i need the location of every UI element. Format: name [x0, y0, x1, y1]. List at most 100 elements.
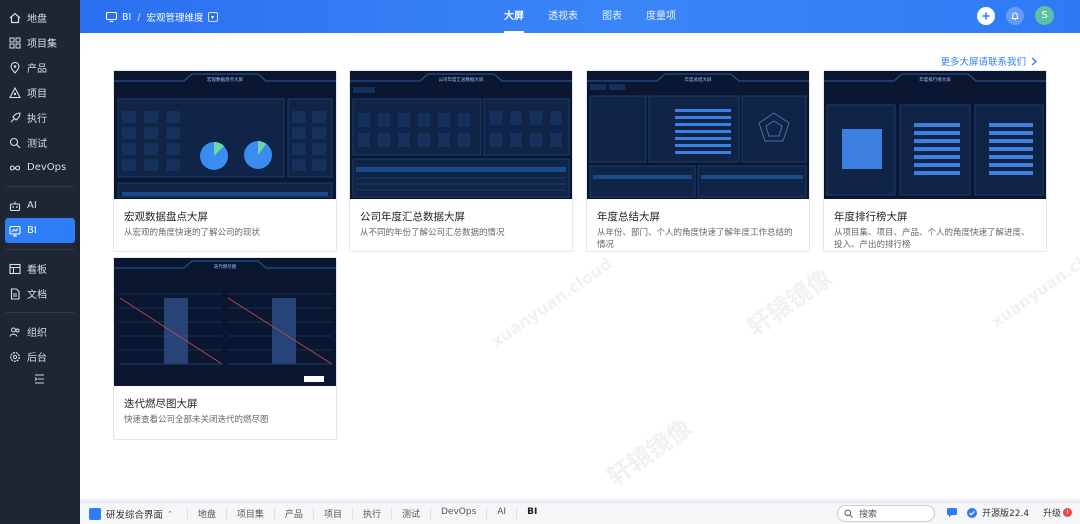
card-description: 从年份、部门、个人的角度快速了解年度工作总结的情况 — [597, 228, 793, 250]
home-icon — [9, 12, 21, 24]
quick-nav-item[interactable]: AI — [486, 507, 516, 520]
bi-logo-icon — [106, 12, 117, 22]
quick-nav-item[interactable]: 项目集 — [225, 507, 274, 520]
sidebar-item-product[interactable]: 产品 — [5, 55, 75, 80]
dashboard-preview-image: 年度总结大屏 — [587, 71, 809, 199]
sidebar-item-label: 地盘 — [27, 14, 47, 25]
document-icon — [9, 287, 21, 300]
card-description: 从宏观的角度快速的了解公司的现状 — [124, 228, 261, 238]
avatar[interactable]: S — [1035, 6, 1054, 25]
sidebar-item-label: 项目集 — [27, 39, 57, 50]
screen-card-burndown[interactable]: 迭代燃尽图 迭代燃尽图大屏 快速查看公司全部未关闭迭代的燃尽图 — [113, 257, 337, 440]
card-description: 从项目集、项目、产品、个人的角度快速了解进度、投入、产出的排行榜 — [834, 228, 1030, 250]
workspace-switcher[interactable]: 研发综合界面 ⌃ — [89, 507, 173, 521]
card-thumbnail: 年度总结大屏 — [587, 71, 809, 199]
chevron-up-icon: ⌃ — [167, 509, 173, 518]
search-bug-icon — [9, 137, 21, 149]
settings-icon — [9, 351, 21, 363]
breadcrumb-separator: / — [137, 11, 141, 23]
bell-icon[interactable] — [1006, 6, 1024, 25]
screen-card-ranking[interactable]: 年度排行榜大屏 年度排行榜大屏 从项目集、项目、产品、个人的角度快速了解进度、投… — [823, 70, 1047, 252]
sidebar-item-doc[interactable]: 文档 — [5, 281, 75, 306]
watermark: 轩辕镜像 — [602, 413, 697, 492]
chat-icon[interactable] — [946, 507, 958, 518]
screen-card-annual-summary[interactable]: 公司年度汇总数据大屏 公司年度汇总数据大屏 从不同的年份了解公司汇总数据的情况 — [349, 70, 573, 252]
sidebar-item-org[interactable]: 组织 — [5, 319, 75, 344]
quick-nav-item[interactable]: DevOps — [429, 507, 486, 520]
chevron-right-icon — [1031, 56, 1037, 66]
breadcrumb: BI / 宏观管理维度 ▾ — [106, 10, 218, 24]
sidebar-item-label: BI — [27, 225, 37, 236]
more-screens-link[interactable]: 更多大屏请联系我们 — [940, 54, 1037, 68]
sidebar-item-admin[interactable]: 后台 — [5, 344, 75, 369]
search-label: 搜索 — [859, 510, 878, 520]
tab-charts[interactable]: 图表 — [602, 0, 622, 33]
watermark: 轩辕镜像 — [742, 263, 837, 342]
quick-nav-item-active[interactable]: BI — [516, 507, 547, 520]
sidebar-item-bi[interactable]: BI — [5, 218, 75, 243]
view-tabs: 大屏 透视表 图表 度量项 — [504, 0, 700, 33]
breadcrumb-current[interactable]: 宏观管理维度 — [147, 10, 204, 24]
top-right-actions: S — [966, 6, 1054, 25]
thumb-title: 年度总结大屏 — [685, 76, 712, 83]
sidebar-item-label: 测试 — [27, 139, 47, 150]
search-input[interactable]: 搜索 — [837, 505, 935, 522]
card-title: 年度总结大屏 — [597, 211, 660, 223]
infinity-icon — [9, 162, 21, 174]
thumb-title: 迭代燃尽图 — [214, 263, 237, 270]
add-icon[interactable] — [977, 6, 995, 25]
upgrade-label[interactable]: 升级 — [1043, 506, 1061, 519]
sidebar-item-ai[interactable]: AI — [5, 193, 75, 218]
version-label[interactable]: 开源版22.4 — [982, 506, 1029, 519]
sidebar-item-devops[interactable]: DevOps — [5, 155, 75, 180]
location-icon — [9, 61, 21, 74]
quick-nav-item[interactable]: 执行 — [351, 507, 391, 520]
grid-icon — [9, 37, 21, 49]
quick-nav-item[interactable]: 项目 — [312, 507, 352, 520]
sidebar-item-execution[interactable]: 执行 — [5, 105, 75, 130]
sidebar-item-label: 产品 — [27, 64, 47, 75]
collapse-sidebar-icon[interactable] — [34, 374, 45, 387]
chart-screen-icon — [9, 225, 21, 237]
quick-nav-item[interactable]: 地盘 — [186, 507, 226, 520]
tab-metrics[interactable]: 度量项 — [646, 0, 676, 33]
more-screens-label: 更多大屏请联系我们 — [940, 57, 1026, 68]
sidebar-item-dipan[interactable]: 地盘 — [5, 5, 75, 30]
workspace-label: 研发综合界面 — [106, 509, 164, 521]
sidebar-item-program[interactable]: 项目集 — [5, 30, 75, 55]
card-title: 宏观数据盘点大屏 — [124, 211, 208, 223]
dashboard-preview-image: 年度排行榜大屏 — [824, 71, 1046, 199]
sidebar-item-project[interactable]: 项目 — [5, 80, 75, 105]
sidebar-item-label: 后台 — [27, 353, 47, 364]
sidebar-item-test[interactable]: 测试 — [5, 130, 75, 155]
sidebar: 地盘 项目集 产品 项目 执行 测试 DevOps AI BI 看板 文档 组织… — [0, 0, 80, 524]
breadcrumb-root[interactable]: BI — [122, 12, 131, 23]
dashboard-preview-image: 公司年度汇总数据大屏 — [350, 71, 572, 199]
thumb-title: 公司年度汇总数据大屏 — [439, 76, 484, 83]
tab-pivot-table[interactable]: 透视表 — [548, 0, 578, 33]
version-icon — [966, 507, 978, 519]
sidebar-item-label: AI — [27, 200, 37, 211]
quick-nav-item[interactable]: 产品 — [273, 507, 313, 520]
chevron-down-icon[interactable]: ▾ — [207, 12, 218, 22]
bottom-bar: 研发综合界面 ⌃ 地盘 项目集 产品 项目 执行 测试 DevOps AI BI… — [80, 502, 1080, 524]
tab-big-screen[interactable]: 大屏 — [504, 0, 524, 33]
screen-card-macro[interactable]: 宏观数据盘点大屏 宏观数据盘点大屏 从宏观的角度快速的了解公司的现状 — [113, 70, 337, 252]
card-title: 公司年度汇总数据大屏 — [360, 211, 465, 223]
card-description: 从不同的年份了解公司汇总数据的情况 — [360, 228, 505, 238]
thumb-title: 年度排行榜大屏 — [919, 76, 951, 83]
card-title: 迭代燃尽图大屏 — [124, 398, 198, 410]
card-description: 快速查看公司全部未关闭迭代的燃尽图 — [124, 415, 269, 425]
sidebar-item-kanban[interactable]: 看板 — [5, 256, 75, 281]
sidebar-divider — [6, 312, 74, 313]
sidebar-item-label: 执行 — [27, 114, 47, 125]
top-bar: BI / 宏观管理维度 ▾ 大屏 透视表 图表 度量项 S — [80, 0, 1080, 33]
search-icon — [844, 509, 853, 518]
sidebar-divider — [6, 186, 74, 187]
screen-card-year-review[interactable]: 年度总结大屏 年度总结大屏 从年份、部门、个人的角度快速了解年度工作总结的情况 — [586, 70, 810, 252]
quick-nav-item[interactable]: 测试 — [390, 507, 430, 520]
sidebar-item-label: 组织 — [27, 328, 47, 339]
kanban-icon — [9, 263, 21, 275]
card-thumbnail: 宏观数据盘点大屏 — [114, 71, 336, 199]
card-title: 年度排行榜大屏 — [834, 211, 908, 223]
